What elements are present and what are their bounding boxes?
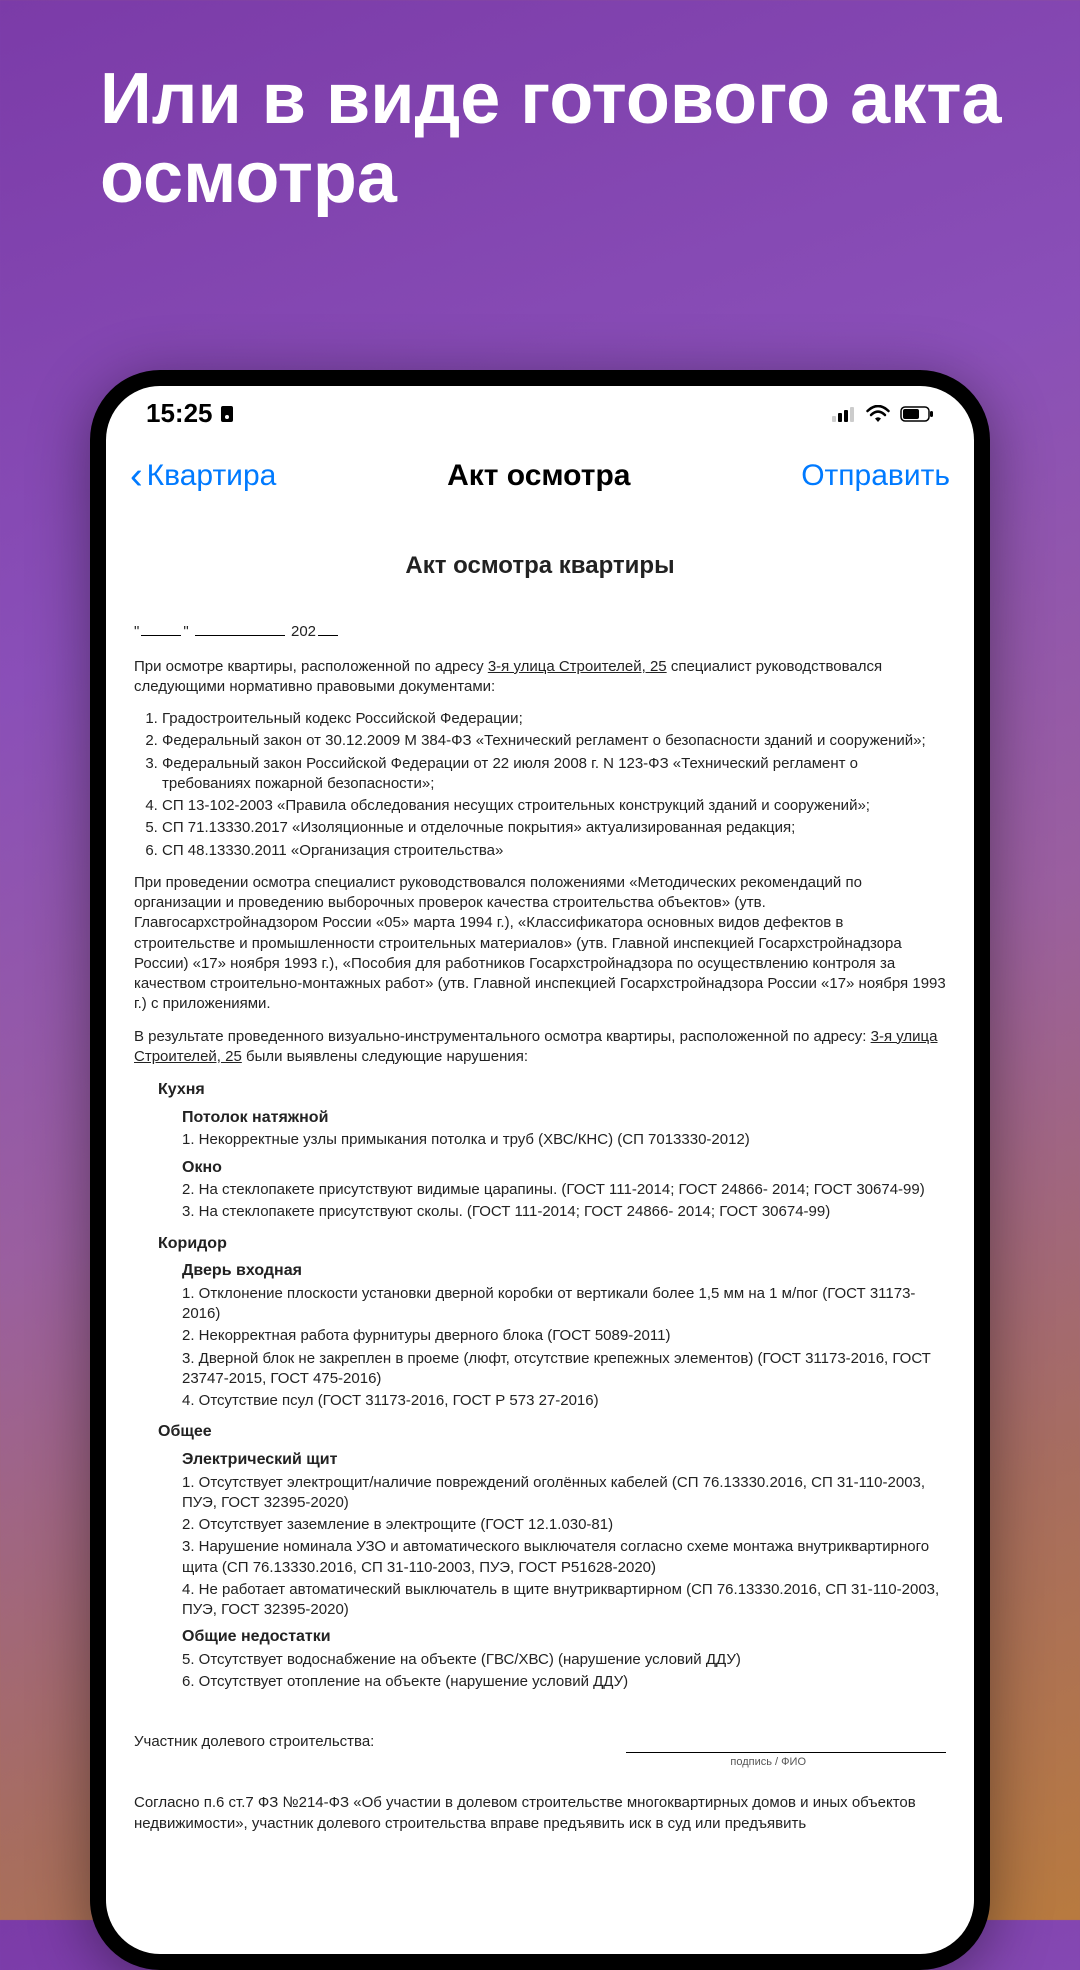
status-bar: 15:25 [106, 386, 974, 437]
law-item: Федеральный закон Российской Федерации о… [162, 754, 946, 795]
defect-item: 1. Отклонение плоскости установки дверно… [182, 1284, 946, 1325]
defects-section: Кухня Потолок натяжной 1. Некорректные у… [134, 1079, 946, 1692]
navigation-bar: ‹ Квартира Акт осмотра Отправить [106, 437, 974, 520]
doc-method: При проведении осмотра специалист руково… [134, 873, 946, 1015]
battery-icon [900, 406, 934, 422]
defect-item: 1. Отсутствует электрощит/наличие повреж… [182, 1473, 946, 1514]
marketing-headline: Или в виде готового акта осмотра [100, 60, 1080, 218]
room-heading: Общее [158, 1421, 946, 1443]
sub-heading: Окно [182, 1157, 946, 1179]
defect-item: 2. Отсутствует заземление в электрощите … [182, 1515, 946, 1535]
law-item: СП 48.13330.2011 «Организация строительс… [162, 841, 946, 861]
signature-caption: подпись / ФИО [134, 1755, 946, 1770]
room-heading: Кухня [158, 1079, 946, 1101]
defect-item: 2. На стеклопакете присутствуют видимые … [182, 1180, 946, 1200]
doc-intro: При осмотре квартиры, расположенной по а… [134, 657, 946, 698]
cellular-icon [832, 406, 856, 422]
defect-item: 6. Отсутствует отопление на объекте (нар… [182, 1672, 946, 1692]
back-button[interactable]: ‹ Квартира [130, 457, 276, 495]
sub-heading: Электрический щит [182, 1449, 946, 1471]
law-item: СП 13-102-2003 «Правила обследования нес… [162, 796, 946, 816]
doc-title: Акт осмотра квартиры [134, 550, 946, 582]
send-button[interactable]: Отправить [801, 459, 950, 493]
sub-heading: Дверь входная [182, 1260, 946, 1282]
sub-heading: Потолок натяжной [182, 1107, 946, 1129]
defect-item: 3. На стеклопакете присутствуют сколы. (… [182, 1202, 946, 1222]
defect-item: 5. Отсутствует водоснабжение на объекте … [182, 1650, 946, 1670]
law-item: СП 71.13330.2017 «Изоляционные и отделоч… [162, 818, 946, 838]
phone-screen: 15:25 [106, 386, 974, 1954]
document-viewer[interactable]: Акт осмотра квартиры "" 202 При осмотре … [106, 520, 974, 1954]
doc-date-line: "" 202 [134, 622, 946, 642]
defect-item: 4. Отсутствие псул (ГОСТ 31173-2016, ГОС… [182, 1391, 946, 1411]
law-item: Федеральный закон от 30.12.2009 М 384-ФЗ… [162, 731, 946, 751]
sub-heading: Общие недостатки [182, 1626, 946, 1648]
status-time: 15:25 [146, 398, 213, 429]
doc-laws-list: Градостроительный кодекс Российской Феде… [134, 709, 946, 861]
back-label: Квартира [147, 459, 277, 493]
defect-item: 3. Нарушение номинала УЗО и автоматическ… [182, 1537, 946, 1578]
chevron-left-icon: ‹ [130, 457, 143, 495]
phone-frame: 15:25 [90, 370, 990, 1970]
defect-item: 3. Дверной блок не закреплен в проеме (л… [182, 1349, 946, 1390]
defect-item: 1. Некорректные узлы примыкания потолка … [182, 1130, 946, 1150]
signature-block: Участник долевого строительства: подпись… [134, 1732, 946, 1769]
defect-item: 2. Некорректная работа фурнитуры дверног… [182, 1326, 946, 1346]
wifi-icon [866, 405, 890, 423]
room-heading: Коридор [158, 1233, 946, 1255]
doc-legal: Согласно п.6 ст.7 ФЗ №214-ФЗ «Об участии… [134, 1793, 946, 1834]
page-title: Акт осмотра [447, 459, 630, 493]
doc-result: В результате проведенного визуально-инст… [134, 1027, 946, 1068]
law-item: Градостроительный кодекс Российской Феде… [162, 709, 946, 729]
defect-item: 4. Не работает автоматический выключател… [182, 1580, 946, 1621]
sim-card-icon [219, 404, 235, 424]
